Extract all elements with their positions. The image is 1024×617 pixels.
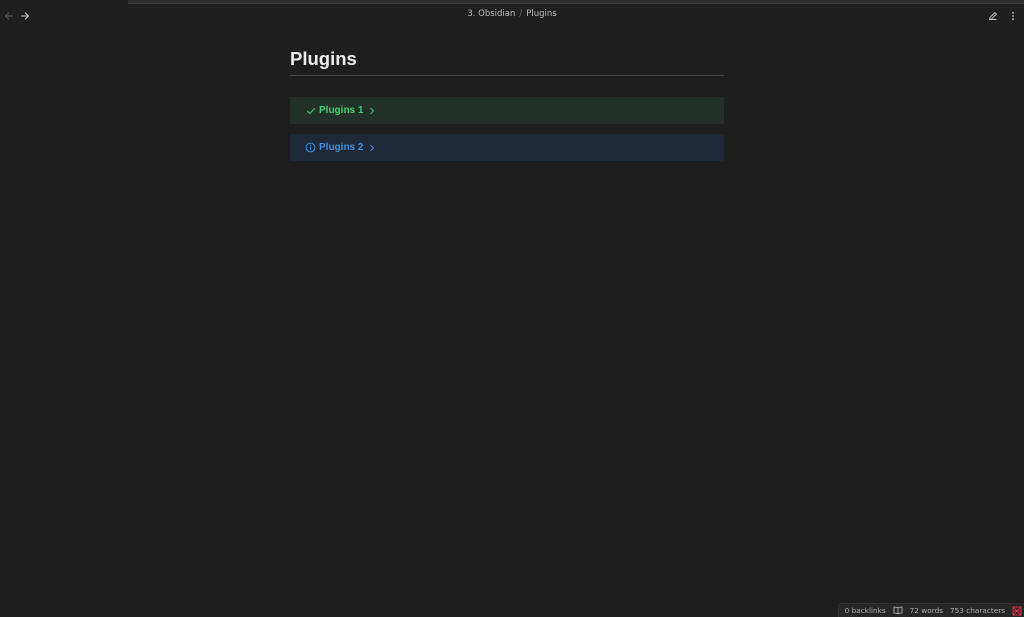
callout-plugins-2[interactable]: Plugins 2 <box>290 134 724 161</box>
backlinks-count[interactable]: 0 backlinks <box>845 606 886 615</box>
check-icon <box>305 105 316 116</box>
character-count: 753 characters <box>950 606 1005 615</box>
callout-title: Plugins 1 <box>319 105 364 116</box>
status-bar: 0 backlinks 72 words 753 characters <box>837 603 1024 617</box>
chevron-right-icon[interactable] <box>367 106 376 115</box>
word-count: 72 words <box>909 606 943 615</box>
chevron-right-icon[interactable] <box>367 143 376 152</box>
edit-pencil-icon[interactable] <box>986 9 1000 23</box>
breadcrumb-note[interactable]: Plugins <box>526 9 556 19</box>
callout-title: Plugins 2 <box>319 142 364 153</box>
view-header: 3. Obsidian / Plugins <box>0 5 1024 27</box>
more-options-icon[interactable] <box>1006 9 1020 23</box>
breadcrumb-folder[interactable]: 3. Obsidian <box>467 9 515 19</box>
view-actions <box>986 9 1020 23</box>
app-window: 3. Obsidian/Plugins Plugins Plugins 1 <box>0 0 1024 617</box>
page-title: Plugins <box>290 46 724 76</box>
tab-strip <box>128 0 1024 4</box>
sync-error-icon[interactable] <box>1012 606 1022 616</box>
note-content: Plugins Plugins 1 Plugins 2 <box>290 46 724 161</box>
breadcrumb-separator: / <box>519 9 523 19</box>
reading-view-book-icon[interactable] <box>893 606 903 616</box>
breadcrumb: 3. Obsidian / Plugins <box>0 9 1024 19</box>
callout-plugins-1[interactable]: Plugins 1 <box>290 97 724 124</box>
info-icon <box>305 142 316 153</box>
